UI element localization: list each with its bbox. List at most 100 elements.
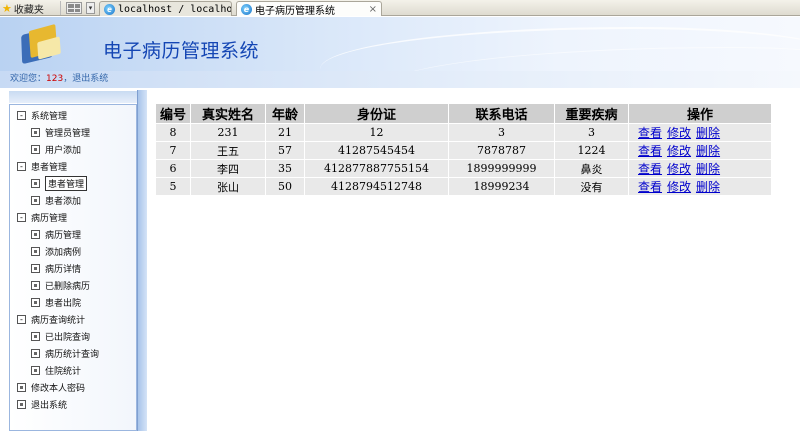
cell-name: 李四 xyxy=(191,160,265,177)
menu-item-patient-manage[interactable]: 患者管理 xyxy=(31,176,88,191)
menu-item-label: 病历管理 xyxy=(45,231,82,241)
cell-disease: 3 xyxy=(555,124,628,141)
main-content: 编号 真实姓名 年龄 身份证 联系电话 重要疾病 操作 8 231 21 12 … xyxy=(155,103,772,196)
sidebar-menu: - 系统管理 管理员管理 用户添加 - 患者管理 患者管理 患者添加 - 病历管… xyxy=(9,104,137,431)
page-leaf-icon xyxy=(31,179,40,188)
menu-item-label: 管理员管理 xyxy=(45,129,91,139)
edit-link[interactable]: 修改 xyxy=(667,180,691,194)
header-banner: 电子病历管理系统 xyxy=(0,17,800,71)
close-tab-icon[interactable]: × xyxy=(369,4,377,15)
cell-age: 21 xyxy=(266,124,304,141)
edit-link[interactable]: 修改 xyxy=(667,162,691,176)
column-header-id: 编号 xyxy=(156,104,190,123)
page-leaf-icon xyxy=(31,230,40,239)
menu-item-admin-manage[interactable]: 管理员管理 xyxy=(31,125,90,140)
view-link[interactable]: 查看 xyxy=(638,126,662,140)
collapse-toggle-icon[interactable]: - xyxy=(17,213,26,222)
header-logout-link[interactable]: 退出系统 xyxy=(72,74,108,84)
menu-item-logout[interactable]: 退出系统 xyxy=(17,397,67,412)
menu-item-discharged-query[interactable]: 已出院查询 xyxy=(31,329,90,344)
menu-item-record-add[interactable]: 添加病例 xyxy=(31,244,81,259)
ie-page-icon: e xyxy=(241,3,252,15)
cell-age: 35 xyxy=(266,160,304,177)
menu-item-user-add[interactable]: 用户添加 xyxy=(31,142,81,157)
column-header-age: 年龄 xyxy=(266,104,304,123)
favorites-button[interactable]: ★ 收藏夹 xyxy=(2,1,44,16)
menu-group-patients[interactable]: - 患者管理 xyxy=(17,159,67,174)
page-leaf-icon xyxy=(31,264,40,273)
cell-id-card: 4128794512748 xyxy=(305,178,448,195)
menu-group-system[interactable]: - 系统管理 xyxy=(17,108,67,123)
menu-item-label: 患者管理 xyxy=(31,163,68,173)
browser-tab-active[interactable]: e 电子病历管理系统 × xyxy=(236,1,382,16)
books-logo-icon xyxy=(18,21,64,65)
page-leaf-icon xyxy=(31,281,40,290)
menu-item-patient-add[interactable]: 患者添加 xyxy=(31,193,81,208)
column-header-phone: 联系电话 xyxy=(449,104,554,123)
menu-item-label: 患者出院 xyxy=(45,299,82,309)
sidebar-scrollbar[interactable] xyxy=(137,90,147,431)
welcome-prefix: 欢迎您： xyxy=(10,74,47,84)
page-leaf-icon xyxy=(17,400,26,409)
menu-item-record-manage[interactable]: 病历管理 xyxy=(31,227,81,242)
table-row: 5 张山 50 4128794512748 18999234 没有 查看 修改 删除 xyxy=(156,178,771,195)
star-icon: ★ xyxy=(2,1,12,15)
view-link[interactable]: 查看 xyxy=(638,180,662,194)
menu-item-deleted-records[interactable]: 已删除病历 xyxy=(31,278,90,293)
column-header-actions: 操作 xyxy=(629,104,771,123)
current-username: 123 xyxy=(46,74,64,84)
browser-tab-bar: ★ 收藏夹 ▾ e localhost / localhost ... e 电子… xyxy=(0,0,800,16)
menu-item-label: 病历管理 xyxy=(31,214,68,224)
delete-link[interactable]: 删除 xyxy=(696,180,720,194)
column-header-disease: 重要疾病 xyxy=(555,104,628,123)
menu-item-label: 患者管理 xyxy=(45,176,88,191)
welcome-bar: 欢迎您：123，退出系统 xyxy=(0,71,800,88)
table-row: 8 231 21 12 3 3 查看 修改 删除 xyxy=(156,124,771,141)
browser-tab-title: 电子病历管理系统 xyxy=(255,5,335,17)
page-leaf-icon xyxy=(31,128,40,137)
delete-link[interactable]: 删除 xyxy=(696,144,720,158)
sidebar-header xyxy=(9,91,137,103)
menu-item-label: 退出系统 xyxy=(31,401,68,411)
menu-group-query-stats[interactable]: - 病历查询统计 xyxy=(17,312,85,327)
tab-list-dropdown-icon[interactable]: ▾ xyxy=(86,2,95,14)
cell-age: 50 xyxy=(266,178,304,195)
delete-link[interactable]: 删除 xyxy=(696,126,720,140)
view-link[interactable]: 查看 xyxy=(638,144,662,158)
page-leaf-icon xyxy=(31,332,40,341)
table-header-row: 编号 真实姓名 年龄 身份证 联系电话 重要疾病 操作 xyxy=(156,104,771,123)
column-header-id-card: 身份证 xyxy=(305,104,448,123)
page-leaf-icon xyxy=(17,383,26,392)
edit-link[interactable]: 修改 xyxy=(667,126,691,140)
cell-id: 5 xyxy=(156,178,190,195)
cell-actions: 查看 修改 删除 xyxy=(629,178,771,195)
menu-item-change-password[interactable]: 修改本人密码 xyxy=(17,380,85,395)
menu-item-label: 病历查询统计 xyxy=(31,316,86,326)
browser-tab-title: localhost / localhost ... xyxy=(118,3,232,15)
browser-tab-localhost[interactable]: e localhost / localhost ... xyxy=(99,1,232,16)
quick-tabs-icon[interactable] xyxy=(66,2,82,14)
cell-phone: 1899999999 xyxy=(449,160,554,177)
cell-actions: 查看 修改 删除 xyxy=(629,160,771,177)
menu-item-record-stats-query[interactable]: 病历统计查询 xyxy=(31,346,99,361)
collapse-toggle-icon[interactable]: - xyxy=(17,162,26,171)
menu-item-patient-discharge[interactable]: 患者出院 xyxy=(31,295,81,310)
menu-item-label: 系统管理 xyxy=(31,112,68,122)
view-link[interactable]: 查看 xyxy=(638,162,662,176)
cell-id: 7 xyxy=(156,142,190,159)
patient-table: 编号 真实姓名 年龄 身份证 联系电话 重要疾病 操作 8 231 21 12 … xyxy=(155,103,772,196)
page-leaf-icon xyxy=(31,196,40,205)
page-leaf-icon xyxy=(31,247,40,256)
page-leaf-icon xyxy=(31,366,40,375)
menu-item-record-detail[interactable]: 病历详情 xyxy=(31,261,81,276)
collapse-toggle-icon[interactable]: - xyxy=(17,111,26,120)
cell-phone: 3 xyxy=(449,124,554,141)
cell-disease: 鼻炎 xyxy=(555,160,628,177)
menu-item-label: 用户添加 xyxy=(45,146,82,156)
edit-link[interactable]: 修改 xyxy=(667,144,691,158)
menu-group-records[interactable]: - 病历管理 xyxy=(17,210,67,225)
page-leaf-icon xyxy=(31,349,40,358)
delete-link[interactable]: 删除 xyxy=(696,162,720,176)
collapse-toggle-icon[interactable]: - xyxy=(17,315,26,324)
menu-item-inpatient-stats[interactable]: 住院统计 xyxy=(31,363,81,378)
